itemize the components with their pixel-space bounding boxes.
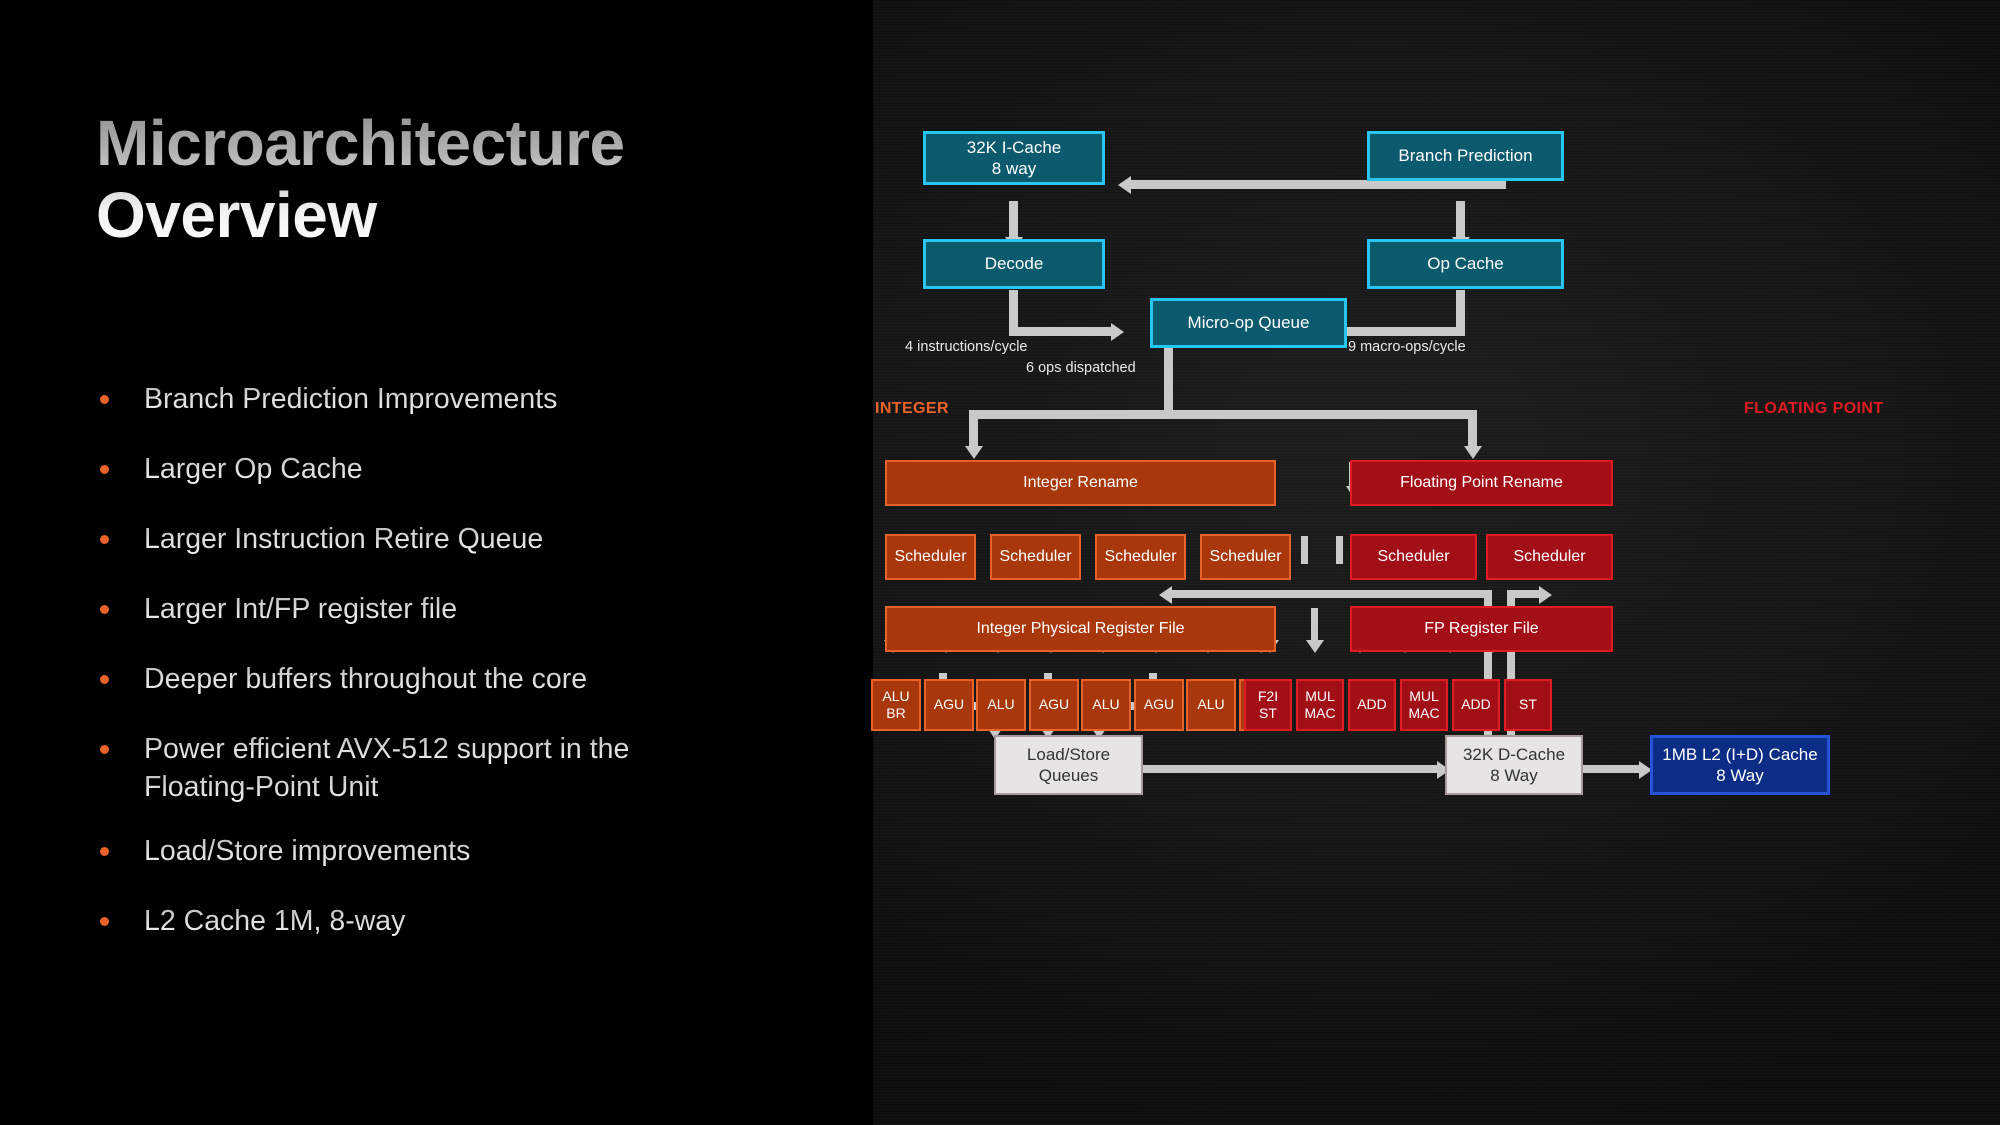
connector-decode-down bbox=[1009, 290, 1018, 327]
block-fp-register-file[interactable]: FP Register File bbox=[1350, 606, 1613, 652]
connector-lsq-to-dcache bbox=[1143, 765, 1439, 773]
arrowhead-integer-rename-in bbox=[964, 446, 983, 459]
block-integer-scheduler-1[interactable]: Scheduler bbox=[885, 534, 976, 580]
block-exec-unit-alu-2[interactable]: ALU bbox=[1081, 679, 1131, 731]
block-floating-point-rename[interactable]: Floating Point Rename bbox=[1350, 460, 1613, 506]
microarchitecture-block-diagram: 32K I-Cache 8 way Decode Branch Predicti… bbox=[871, 0, 2000, 1125]
block-integer-scheduler-4[interactable]: Scheduler bbox=[1200, 534, 1291, 580]
block-fp-unit-mul-mac-2[interactable]: MUL MAC bbox=[1400, 679, 1448, 731]
connector-dispatch-left-down bbox=[969, 410, 978, 448]
connector-fpsched-prf-2 bbox=[1301, 536, 1308, 564]
bullet-dot-icon bbox=[100, 395, 109, 404]
list-item: L2 Cache 1M, 8-way bbox=[96, 902, 856, 946]
block-branch-prediction[interactable]: Branch Prediction bbox=[1367, 131, 1564, 181]
list-item-label: Power efficient AVX-512 support in the F… bbox=[144, 733, 630, 804]
block-icache[interactable]: 32K I-Cache 8 way bbox=[923, 131, 1105, 185]
connector-fpprf-eu-2 bbox=[1311, 608, 1318, 642]
connector-dispatch-right-down bbox=[1468, 410, 1477, 448]
block-fp-scheduler-1[interactable]: Scheduler bbox=[1350, 534, 1477, 580]
arrowhead-fp-rename-in bbox=[1463, 446, 1482, 459]
list-item-label: Deeper buffers throughout the core bbox=[144, 663, 588, 695]
connector-dcache-l2 bbox=[1573, 765, 1641, 773]
list-item-label: Larger Int/FP register file bbox=[144, 593, 458, 625]
block-op-cache[interactable]: Op Cache bbox=[1367, 239, 1564, 289]
block-fp-unit-add-1[interactable]: ADD bbox=[1348, 679, 1396, 731]
block-fp-unit-mul-mac-1[interactable]: MUL MAC bbox=[1296, 679, 1344, 731]
block-exec-unit-agu-1[interactable]: AGU bbox=[924, 679, 974, 731]
connector-bp-to-opcache bbox=[1456, 201, 1465, 239]
block-fp-unit-add-2[interactable]: ADD bbox=[1452, 679, 1500, 731]
block-exec-unit-agu-2[interactable]: AGU bbox=[1029, 679, 1079, 731]
block-exec-unit-alu-1[interactable]: ALU bbox=[976, 679, 1026, 731]
connector-opcache-down bbox=[1456, 290, 1465, 327]
connector-bp-to-icache bbox=[1131, 180, 1506, 189]
list-item-label: Larger Instruction Retire Queue bbox=[144, 523, 544, 555]
connector-dispatch-bar bbox=[969, 410, 1477, 419]
block-exec-unit-alu-3[interactable]: ALU bbox=[1186, 679, 1236, 731]
bullet-dot-icon bbox=[100, 465, 109, 474]
list-item: Load/Store improvements bbox=[96, 832, 856, 876]
arrowhead-uopq-left-in bbox=[1111, 322, 1124, 341]
block-exec-unit-agu-3[interactable]: AGU bbox=[1134, 679, 1184, 731]
connector-bus-to-fprf bbox=[1511, 590, 1541, 598]
block-integer-physical-register-file[interactable]: Integer Physical Register File bbox=[885, 606, 1276, 652]
connector-icache-to-decode bbox=[1009, 201, 1018, 239]
block-decode[interactable]: Decode bbox=[923, 239, 1105, 289]
bullet-dot-icon bbox=[100, 605, 109, 614]
label-macro-ops-per-cycle: 9 macro-ops/cycle bbox=[1348, 339, 1466, 355]
block-l2-cache[interactable]: 1MB L2 (I+D) Cache 8 Way bbox=[1650, 735, 1830, 795]
block-microop-queue[interactable]: Micro-op Queue bbox=[1150, 298, 1347, 348]
connector-bus-to-intprf bbox=[1171, 590, 1489, 598]
block-integer-rename[interactable]: Integer Rename bbox=[885, 460, 1276, 506]
list-item: Deeper buffers throughout the core bbox=[96, 660, 856, 704]
diagram-panel: 32K I-Cache 8 way Decode Branch Predicti… bbox=[871, 0, 2000, 1125]
list-item: Branch Prediction Improvements bbox=[96, 380, 856, 424]
list-item-label: Branch Prediction Improvements bbox=[144, 383, 558, 415]
arrowhead-intprf-in bbox=[1159, 585, 1172, 604]
page-title: Microarchitecture Overview bbox=[96, 107, 796, 251]
label-instructions-per-cycle: 4 instructions/cycle bbox=[905, 339, 1028, 355]
block-integer-scheduler-2[interactable]: Scheduler bbox=[990, 534, 1081, 580]
block-fp-unit-f2i-st[interactable]: F2I ST bbox=[1244, 679, 1292, 731]
arrowhead-icache-in bbox=[1118, 175, 1131, 194]
connector-decode-right bbox=[1009, 327, 1111, 336]
connector-uopq-down bbox=[1164, 348, 1173, 410]
bullet-dot-icon bbox=[100, 745, 109, 754]
bullet-dot-icon bbox=[100, 535, 109, 544]
list-item: Power efficient AVX-512 support in the F… bbox=[96, 730, 856, 806]
block-dcache[interactable]: 32K D-Cache 8 Way bbox=[1445, 735, 1583, 795]
bullet-dot-icon bbox=[100, 675, 109, 684]
block-fp-unit-st[interactable]: ST bbox=[1504, 679, 1552, 731]
arrowhead-fprf-in bbox=[1539, 585, 1552, 604]
list-item-label: Load/Store improvements bbox=[144, 835, 471, 868]
block-fp-scheduler-2[interactable]: Scheduler bbox=[1486, 534, 1613, 580]
bullet-dot-icon bbox=[100, 917, 109, 927]
list-item: Larger Op Cache bbox=[96, 450, 856, 494]
label-floating-point-section: FLOATING POINT bbox=[1744, 400, 1884, 417]
list-item-label: Larger Op Cache bbox=[144, 453, 363, 485]
list-item: Larger Instruction Retire Queue bbox=[96, 520, 856, 564]
block-exec-unit-alu-br[interactable]: ALU BR bbox=[871, 679, 921, 731]
arrowhead-fpeu-in bbox=[1305, 640, 1324, 653]
left-content-panel: Microarchitecture Overview Branch Predic… bbox=[0, 0, 873, 1125]
list-item: Larger Int/FP register file bbox=[96, 590, 856, 634]
label-integer-section: INTEGER bbox=[875, 400, 949, 417]
bullet-list: Branch Prediction Improvements Larger Op… bbox=[96, 380, 856, 972]
connector-fpsched-prf-3 bbox=[1336, 536, 1343, 564]
bullet-dot-icon bbox=[100, 847, 109, 857]
list-item-label: L2 Cache 1M, 8-way bbox=[144, 905, 406, 938]
slide-root: Microarchitecture Overview Branch Predic… bbox=[0, 0, 2000, 1125]
label-ops-dispatched: 6 ops dispatched bbox=[1026, 360, 1136, 376]
block-load-store-queues[interactable]: Load/Store Queues bbox=[994, 735, 1143, 795]
block-integer-scheduler-3[interactable]: Scheduler bbox=[1095, 534, 1186, 580]
